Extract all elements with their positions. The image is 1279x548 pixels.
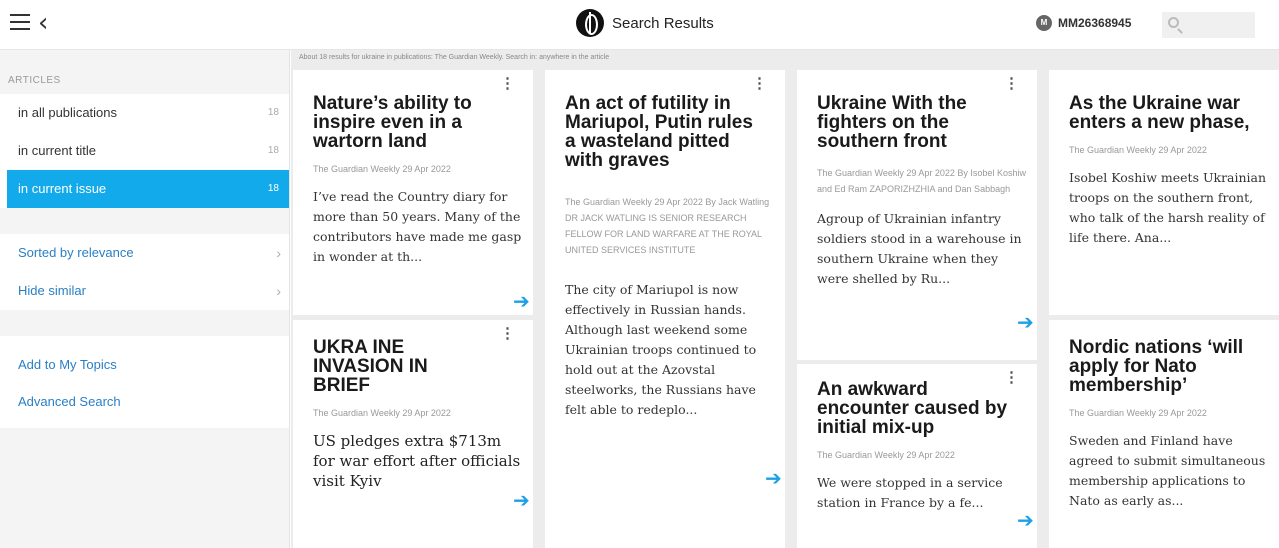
sidebar-item-current-issue[interactable]: in current issue 18 — [7, 170, 289, 208]
sort-label: Sorted by relevance — [18, 245, 134, 260]
article-title[interactable]: Ukraine With the fighters on the souther… — [817, 94, 1027, 151]
results-area: About 18 results for ukraine in publicat… — [291, 50, 1279, 548]
page-title: Search Results — [612, 15, 714, 32]
add-to-my-topics-link[interactable]: Add to My Topics — [0, 346, 289, 383]
article-excerpt: Isobel Koshiw meets Ukrainian troops on … — [1069, 170, 1267, 245]
search-input[interactable] — [1184, 16, 1250, 34]
article-excerpt: I’ve read the Country diary for more tha… — [313, 189, 522, 264]
article-card[interactable]: ⋮ An awkward encounter caused by initial… — [797, 364, 1037, 548]
article-card[interactable]: ⋮ Nature’s ability to inspire even in a … — [293, 70, 533, 315]
top-bar: ‹ Search Results M MM26368945 — [0, 0, 1279, 50]
chevron-right-icon: › — [276, 283, 281, 299]
sidebar-item-label: in current title — [18, 143, 97, 158]
article-card[interactable]: ⋮ An act of futility in Mariupol, Putin … — [545, 70, 785, 548]
article-card[interactable]: As the Ukraine war enters a new phase, T… — [1049, 70, 1279, 315]
sort-option[interactable]: Sorted by relevance › — [0, 234, 289, 272]
article-meta: The Guardian Weekly 29 Apr 2022 — [1069, 145, 1207, 155]
sidebar-item-label: in all publications — [18, 105, 118, 120]
article-excerpt: Sweden and Finland have agreed to submit… — [1069, 433, 1266, 508]
sidebar-item-all-publications[interactable]: in all publications 18 — [0, 94, 289, 132]
article-excerpt: Agroup of Ukrainian infantry soldiers st… — [817, 211, 1022, 286]
more-options-icon[interactable]: ⋮ — [1004, 368, 1019, 386]
arrow-right-icon[interactable]: ➔ — [1017, 508, 1034, 532]
article-meta: The Guardian Weekly 29 Apr 2022 — [313, 164, 451, 174]
result-count: 18 — [267, 145, 279, 156]
article-meta: The Guardian Weekly 29 Apr 2022 — [1069, 408, 1207, 418]
username: MM26368945 — [1058, 16, 1132, 30]
arrow-right-icon[interactable]: ➔ — [513, 289, 530, 313]
article-title[interactable]: Nature’s ability to inspire even in a wa… — [313, 94, 523, 151]
article-card[interactable]: ⋮ Ukraine With the fighters on the south… — [797, 70, 1037, 360]
back-arrow-icon[interactable]: ‹ — [38, 10, 48, 36]
chevron-right-icon: › — [276, 245, 281, 261]
search-box[interactable] — [1162, 12, 1255, 38]
article-title[interactable]: UKRA INE INVASION IN BRIEF — [313, 338, 463, 395]
article-card[interactable]: ⋮ UKRA INE INVASION IN BRIEF The Guardia… — [293, 320, 533, 548]
sidebar-item-current-title[interactable]: in current title 18 — [0, 132, 289, 170]
avatar: M — [1036, 15, 1052, 31]
sidebar-section-label: ARTICLES — [8, 75, 61, 86]
article-excerpt: The city of Mariupol is now effectively … — [565, 282, 757, 417]
arrow-right-icon[interactable]: ➔ — [765, 466, 782, 490]
results-summary: About 18 results for ukraine in publicat… — [299, 54, 610, 61]
result-count: 18 — [267, 183, 279, 194]
sidebar: ARTICLES in all publications 18 in curre… — [0, 50, 290, 548]
arrow-right-icon[interactable]: ➔ — [1017, 310, 1034, 334]
advanced-search-link[interactable]: Advanced Search — [0, 383, 289, 420]
article-title[interactable]: An act of futility in Mariupol, Putin ru… — [565, 94, 775, 170]
result-count: 18 — [267, 107, 279, 118]
article-meta: The Guardian Weekly 29 Apr 2022 By Jack … — [565, 197, 770, 255]
more-options-icon[interactable]: ⋮ — [500, 324, 515, 342]
article-meta: The Guardian Weekly 29 Apr 2022 By Isobe… — [817, 168, 1026, 194]
article-title[interactable]: An awkward encounter caused by initial m… — [817, 380, 1027, 437]
hide-similar-label: Hide similar — [18, 283, 86, 298]
hide-similar-option[interactable]: Hide similar › — [0, 272, 289, 310]
sidebar-links: Add to My Topics Advanced Search — [0, 336, 289, 428]
article-excerpt: US pledges extra $713m for war effort af… — [313, 432, 521, 490]
more-options-icon[interactable]: ⋮ — [752, 74, 767, 92]
article-meta: The Guardian Weekly 29 Apr 2022 — [313, 408, 451, 418]
article-excerpt: We were stopped in a service station in … — [817, 475, 1003, 510]
article-meta: The Guardian Weekly 29 Apr 2022 — [817, 450, 955, 460]
sidebar-item-label: in current issue — [18, 181, 107, 196]
guardian-logo — [576, 9, 604, 37]
article-card[interactable]: Nordic nations ‘will apply for Nato memb… — [1049, 320, 1279, 548]
article-title[interactable]: Nordic nations ‘will apply for Nato memb… — [1069, 338, 1269, 395]
more-options-icon[interactable]: ⋮ — [500, 74, 515, 92]
hamburger-menu-icon[interactable] — [10, 14, 30, 32]
search-icon — [1168, 17, 1179, 28]
arrow-right-icon[interactable]: ➔ — [513, 488, 530, 512]
more-options-icon[interactable]: ⋮ — [1004, 74, 1019, 92]
user-account[interactable]: M MM26368945 — [1036, 15, 1131, 31]
scope-list: in all publications 18 in current title … — [0, 94, 289, 208]
article-title[interactable]: As the Ukraine war enters a new phase, — [1069, 94, 1269, 132]
